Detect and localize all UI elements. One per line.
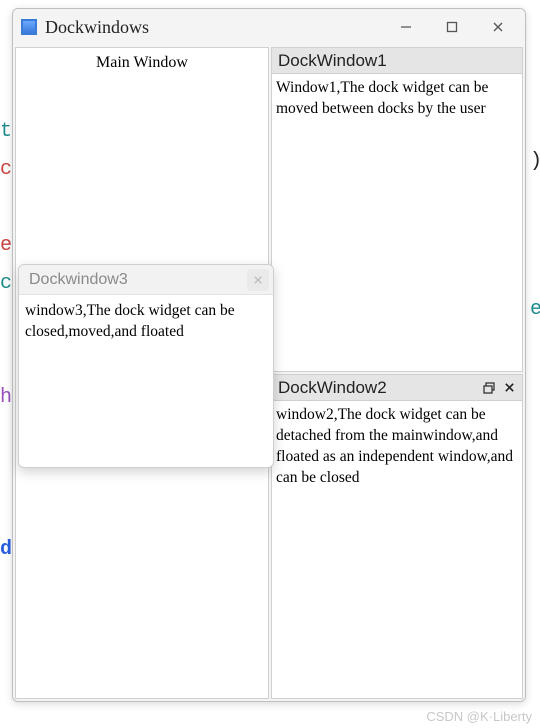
bg-char: c — [0, 272, 12, 295]
bg-char: e — [530, 298, 540, 321]
bg-char: d — [0, 538, 12, 561]
close-icon — [492, 21, 504, 33]
maximize-button[interactable] — [429, 12, 475, 42]
bg-char: c — [0, 158, 12, 181]
window-title: Dockwindows — [45, 17, 383, 38]
bg-char: h — [0, 386, 12, 409]
app-icon — [21, 19, 37, 35]
dock1-titlebar[interactable]: DockWindow1 — [272, 48, 522, 74]
close-button[interactable] — [475, 12, 521, 42]
dock-window-3-floating[interactable]: Dockwindow3 window3,The dock widget can … — [18, 264, 274, 468]
main-window-label: Main Window — [16, 48, 268, 72]
bg-char: t — [0, 120, 12, 143]
dock3-title: Dockwindow3 — [29, 271, 247, 289]
dock-window-1: DockWindow1 Window1,The dock widget can … — [271, 47, 523, 372]
maximize-icon — [446, 21, 458, 33]
float-icon — [483, 382, 495, 394]
dock1-body: Window1,The dock widget can be moved bet… — [272, 74, 522, 371]
dock2-float-button[interactable] — [480, 379, 498, 397]
dock1-title: DockWindow1 — [278, 51, 518, 71]
bg-char: e — [0, 234, 12, 257]
bg-char: ) — [530, 150, 540, 173]
dock3-close-button[interactable] — [247, 269, 269, 291]
right-dock-area: DockWindow1 Window1,The dock widget can … — [271, 47, 523, 699]
close-icon — [504, 382, 515, 393]
dock2-titlebar[interactable]: DockWindow2 — [272, 375, 522, 401]
dock2-title: DockWindow2 — [278, 378, 478, 398]
close-icon — [253, 275, 263, 285]
minimize-button[interactable] — [383, 12, 429, 42]
dock3-titlebar[interactable]: Dockwindow3 — [19, 265, 273, 295]
dock3-body: window3,The dock widget can be closed,mo… — [19, 295, 273, 467]
titlebar[interactable]: Dockwindows — [13, 9, 525, 45]
watermark: CSDN @K·Liberty — [426, 709, 532, 724]
dock2-body: window2,The dock widget can be detached … — [272, 401, 522, 698]
dock-window-2: DockWindow2 window2,The dock widget can … — [271, 374, 523, 699]
minimize-icon — [400, 21, 412, 33]
dock2-close-button[interactable] — [500, 379, 518, 397]
